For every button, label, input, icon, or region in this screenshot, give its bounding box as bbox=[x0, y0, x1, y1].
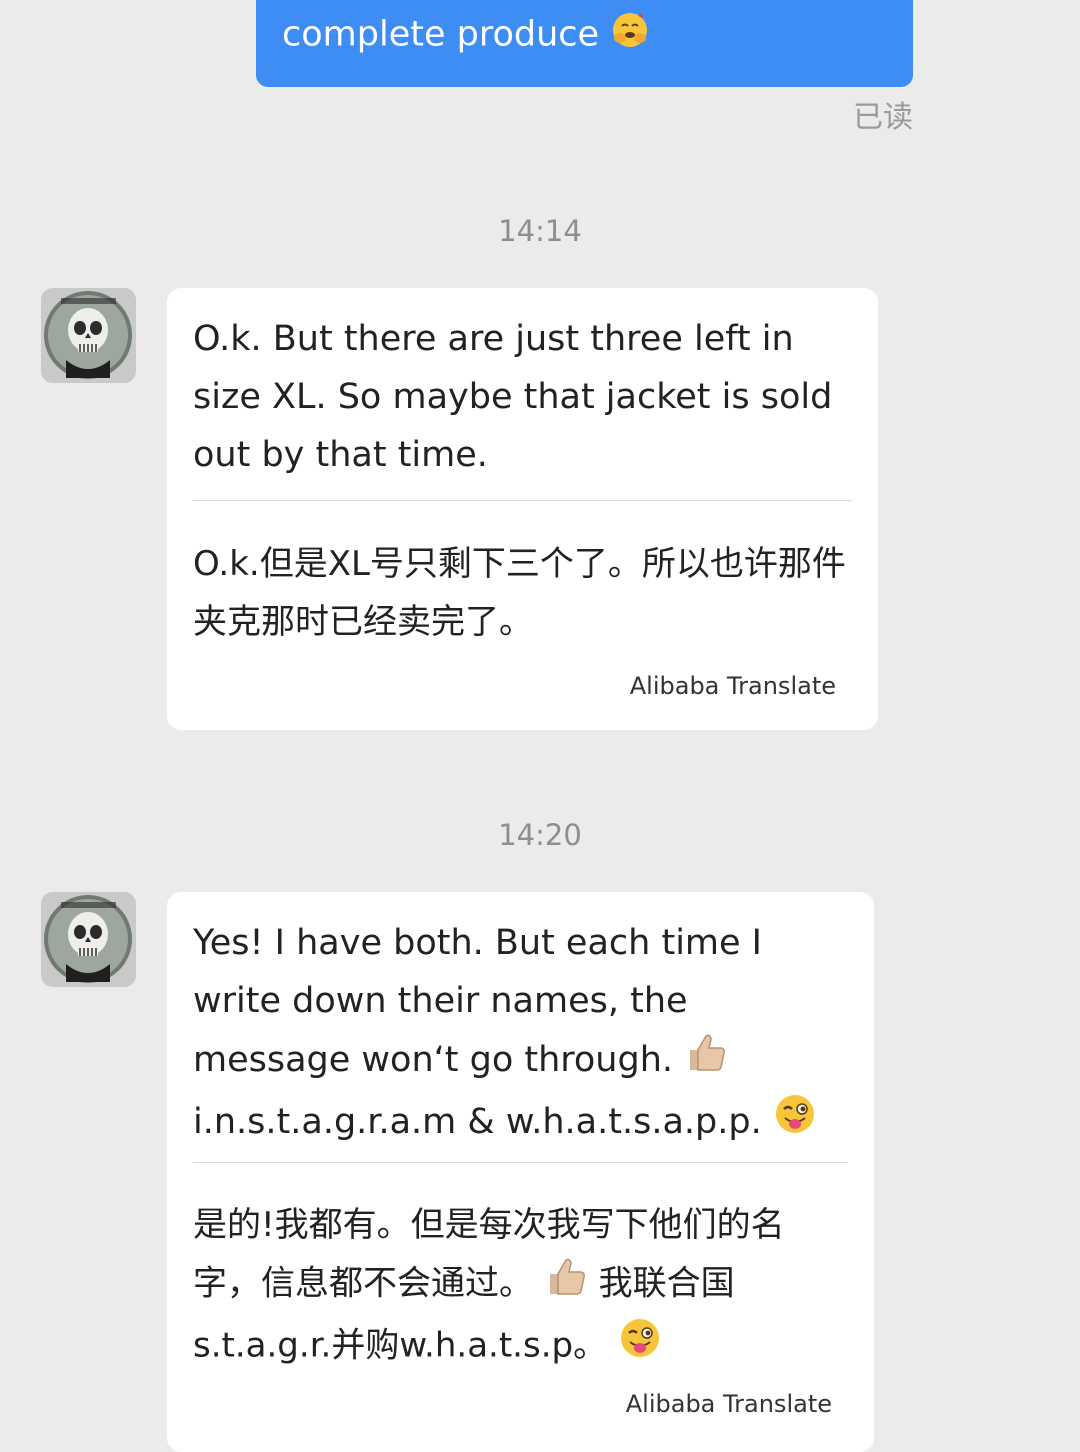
message-original-text: O.k. But there are just three left in si… bbox=[193, 319, 833, 475]
skull-avatar-icon bbox=[41, 288, 136, 383]
message-original-part1: Yes! I have both. But each time I write … bbox=[193, 923, 762, 1080]
message-original-part3: w.h.a.t.s.a.p.p. bbox=[505, 1102, 762, 1142]
winking-tongue-emoji-icon bbox=[618, 1316, 662, 1378]
read-status: 已读 bbox=[853, 100, 913, 135]
message-translation-text: O.k.但是XL号只剩下三个了。所以也许那件夹克那时已经卖完了。 bbox=[193, 544, 846, 642]
sent-message-label: complete produce bbox=[282, 14, 600, 55]
winking-tongue-emoji-icon bbox=[773, 1092, 817, 1154]
translation-divider bbox=[193, 500, 852, 501]
thumbs-up-emoji-icon bbox=[684, 1030, 728, 1092]
message-translation-part3: s.t.a.g.r.并购w.h.a.t.s.p。 bbox=[193, 1325, 608, 1366]
received-message-bubble[interactable]: Yes! I have both. But each time I write … bbox=[167, 892, 874, 1452]
skull-avatar-icon bbox=[41, 892, 136, 987]
sent-message-bubble[interactable]: complete produce bbox=[256, 0, 913, 87]
thumbs-up-emoji-icon bbox=[544, 1254, 588, 1316]
message-original-part2: i.n.s.t.a.g.r.a.m & bbox=[193, 1102, 495, 1142]
message-translation-text: 是的!我都有。但是每次我写下他们的名字，信息都不会通过。 我联合国 s.t.a.… bbox=[193, 1196, 848, 1378]
avatar[interactable] bbox=[41, 288, 136, 383]
translator-credit: Alibaba Translate bbox=[629, 672, 836, 700]
hugging-face-emoji-icon bbox=[610, 10, 650, 61]
received-message-bubble[interactable]: O.k. But there are just three left in si… bbox=[167, 288, 878, 730]
message-original-text: Yes! I have both. But each time I write … bbox=[193, 914, 852, 1154]
timestamp-2: 14:20 bbox=[498, 818, 582, 852]
translation-divider bbox=[193, 1162, 848, 1163]
message-translation-part2: 我联合国 bbox=[598, 1263, 735, 1304]
avatar[interactable] bbox=[41, 892, 136, 987]
translator-credit: Alibaba Translate bbox=[625, 1390, 832, 1418]
sent-message-text: complete produce bbox=[282, 10, 650, 61]
timestamp-1: 14:14 bbox=[498, 214, 582, 248]
